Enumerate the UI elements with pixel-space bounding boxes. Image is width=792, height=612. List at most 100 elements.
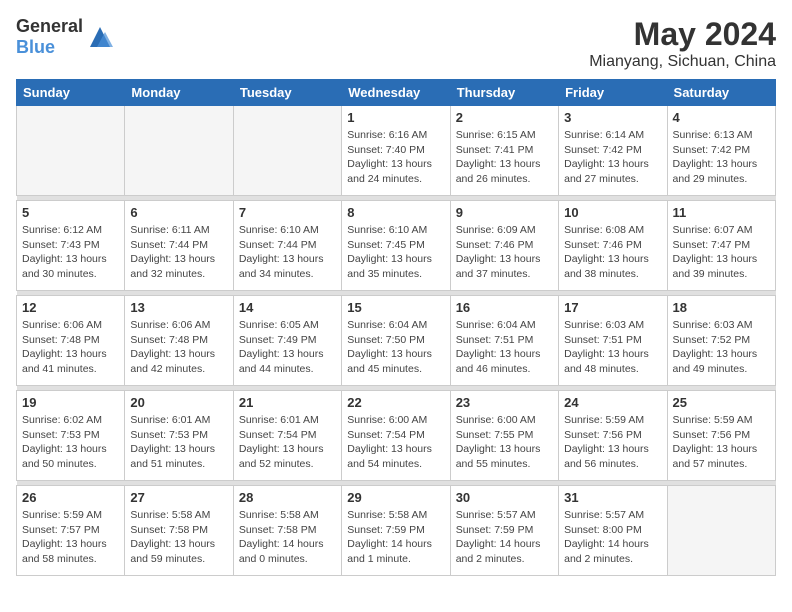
day-number: 13 bbox=[130, 300, 227, 315]
calendar-header: SundayMondayTuesdayWednesdayThursdayFrid… bbox=[17, 80, 776, 106]
day-info: Sunrise: 6:08 AM Sunset: 7:46 PM Dayligh… bbox=[564, 223, 661, 282]
day-number: 19 bbox=[22, 395, 119, 410]
day-info: Sunrise: 6:03 AM Sunset: 7:51 PM Dayligh… bbox=[564, 318, 661, 377]
day-info: Sunrise: 6:10 AM Sunset: 7:45 PM Dayligh… bbox=[347, 223, 444, 282]
day-number: 27 bbox=[130, 490, 227, 505]
day-info: Sunrise: 5:58 AM Sunset: 7:58 PM Dayligh… bbox=[130, 508, 227, 567]
calendar-day-cell: 14Sunrise: 6:05 AM Sunset: 7:49 PM Dayli… bbox=[233, 296, 341, 386]
calendar-day-cell: 20Sunrise: 6:01 AM Sunset: 7:53 PM Dayli… bbox=[125, 391, 233, 481]
calendar-day-cell: 8 Sunrise: 6:10 AM Sunset: 7:45 PM Daylig… bbox=[342, 201, 450, 291]
day-number: 14 bbox=[239, 300, 336, 315]
day-number: 16 bbox=[456, 300, 553, 315]
day-info: Sunrise: 5:57 AM Sunset: 7:59 PM Dayligh… bbox=[456, 508, 553, 567]
day-number: 24 bbox=[564, 395, 661, 410]
day-info: Sunrise: 6:13 AM Sunset: 7:42 PM Dayligh… bbox=[673, 128, 770, 187]
calendar-day-cell: 6Sunrise: 6:11 AM Sunset: 7:44 PM Daylig… bbox=[125, 201, 233, 291]
day-of-week-header: Friday bbox=[559, 80, 667, 106]
day-info: Sunrise: 6:09 AM Sunset: 7:46 PM Dayligh… bbox=[456, 223, 553, 282]
calendar-day-cell: 23 Sunrise: 6:00 AM Sunset: 7:55 PM Dayli… bbox=[450, 391, 558, 481]
day-of-week-header: Tuesday bbox=[233, 80, 341, 106]
calendar-week-row: 1 Sunrise: 6:16 AM Sunset: 7:40 PM Daylig… bbox=[17, 106, 776, 196]
day-number: 7 bbox=[239, 205, 336, 220]
day-info: Sunrise: 6:04 AM Sunset: 7:50 PM Dayligh… bbox=[347, 318, 444, 377]
day-info: Sunrise: 6:02 AM Sunset: 7:53 PM Dayligh… bbox=[22, 413, 119, 472]
calendar-day-cell: 30 Sunrise: 5:57 AM Sunset: 7:59 PM Dayli… bbox=[450, 486, 558, 576]
calendar-day-cell bbox=[17, 106, 125, 196]
calendar-day-cell: 22Sunrise: 6:00 AM Sunset: 7:54 PM Dayli… bbox=[342, 391, 450, 481]
day-number: 8 bbox=[347, 205, 444, 220]
calendar-day-cell: 7 Sunrise: 6:10 AM Sunset: 7:44 PM Daylig… bbox=[233, 201, 341, 291]
day-number: 21 bbox=[239, 395, 336, 410]
day-number: 30 bbox=[456, 490, 553, 505]
day-number: 23 bbox=[456, 395, 553, 410]
calendar-day-cell: 12 Sunrise: 6:06 AM Sunset: 7:48 PM Dayli… bbox=[17, 296, 125, 386]
calendar-day-cell: 4 Sunrise: 6:13 AM Sunset: 7:42 PM Daylig… bbox=[667, 106, 775, 196]
day-number: 5 bbox=[22, 205, 119, 220]
month-year-title: May 2024 bbox=[589, 16, 776, 53]
calendar-day-cell: 21 Sunrise: 6:01 AM Sunset: 7:54 PM Dayli… bbox=[233, 391, 341, 481]
day-number: 25 bbox=[673, 395, 770, 410]
page-header: General Blue May 2024 Mianyang, Sichuan,… bbox=[16, 16, 776, 71]
day-info: Sunrise: 6:03 AM Sunset: 7:52 PM Dayligh… bbox=[673, 318, 770, 377]
title-block: May 2024 Mianyang, Sichuan, China bbox=[589, 16, 776, 71]
day-info: Sunrise: 5:59 AM Sunset: 7:57 PM Dayligh… bbox=[22, 508, 119, 567]
calendar-week-row: 12 Sunrise: 6:06 AM Sunset: 7:48 PM Dayli… bbox=[17, 296, 776, 386]
day-info: Sunrise: 5:58 AM Sunset: 7:59 PM Dayligh… bbox=[347, 508, 444, 567]
calendar-day-cell: 3 Sunrise: 6:14 AM Sunset: 7:42 PM Daylig… bbox=[559, 106, 667, 196]
day-number: 26 bbox=[22, 490, 119, 505]
calendar-day-cell: 26 Sunrise: 5:59 AM Sunset: 7:57 PM Dayli… bbox=[17, 486, 125, 576]
day-info: Sunrise: 6:16 AM Sunset: 7:40 PM Dayligh… bbox=[347, 128, 444, 187]
calendar-day-cell: 13 Sunrise: 6:06 AM Sunset: 7:48 PM Dayli… bbox=[125, 296, 233, 386]
day-number: 15 bbox=[347, 300, 444, 315]
day-number: 17 bbox=[564, 300, 661, 315]
day-info: Sunrise: 6:07 AM Sunset: 7:47 PM Dayligh… bbox=[673, 223, 770, 282]
calendar-day-cell: 18 Sunrise: 6:03 AM Sunset: 7:52 PM Dayli… bbox=[667, 296, 775, 386]
calendar-week-row: 5 Sunrise: 6:12 AM Sunset: 7:43 PM Daylig… bbox=[17, 201, 776, 291]
day-number: 9 bbox=[456, 205, 553, 220]
day-info: Sunrise: 6:06 AM Sunset: 7:48 PM Dayligh… bbox=[130, 318, 227, 377]
day-of-week-header: Thursday bbox=[450, 80, 558, 106]
day-number: 4 bbox=[673, 110, 770, 125]
calendar-day-cell: 9 Sunrise: 6:09 AM Sunset: 7:46 PM Daylig… bbox=[450, 201, 558, 291]
day-info: Sunrise: 6:12 AM Sunset: 7:43 PM Dayligh… bbox=[22, 223, 119, 282]
day-info: Sunrise: 6:00 AM Sunset: 7:55 PM Dayligh… bbox=[456, 413, 553, 472]
calendar-day-cell: 24 Sunrise: 5:59 AM Sunset: 7:56 PM Dayli… bbox=[559, 391, 667, 481]
days-of-week-row: SundayMondayTuesdayWednesdayThursdayFrid… bbox=[17, 80, 776, 106]
day-info: Sunrise: 6:11 AM Sunset: 7:44 PM Dayligh… bbox=[130, 223, 227, 282]
day-info: Sunrise: 5:57 AM Sunset: 8:00 PM Dayligh… bbox=[564, 508, 661, 567]
day-info: Sunrise: 5:59 AM Sunset: 7:56 PM Dayligh… bbox=[564, 413, 661, 472]
calendar-day-cell: 10Sunrise: 6:08 AM Sunset: 7:46 PM Dayli… bbox=[559, 201, 667, 291]
day-info: Sunrise: 6:06 AM Sunset: 7:48 PM Dayligh… bbox=[22, 318, 119, 377]
day-info: Sunrise: 6:10 AM Sunset: 7:44 PM Dayligh… bbox=[239, 223, 336, 282]
calendar-day-cell bbox=[667, 486, 775, 576]
day-of-week-header: Monday bbox=[125, 80, 233, 106]
day-info: Sunrise: 6:01 AM Sunset: 7:54 PM Dayligh… bbox=[239, 413, 336, 472]
day-number: 20 bbox=[130, 395, 227, 410]
day-number: 1 bbox=[347, 110, 444, 125]
calendar-day-cell: 31 Sunrise: 5:57 AM Sunset: 8:00 PM Dayli… bbox=[559, 486, 667, 576]
calendar-week-row: 19 Sunrise: 6:02 AM Sunset: 7:53 PM Dayli… bbox=[17, 391, 776, 481]
calendar-day-cell: 27 Sunrise: 5:58 AM Sunset: 7:58 PM Dayli… bbox=[125, 486, 233, 576]
day-number: 28 bbox=[239, 490, 336, 505]
calendar-day-cell: 11 Sunrise: 6:07 AM Sunset: 7:47 PM Dayli… bbox=[667, 201, 775, 291]
day-of-week-header: Sunday bbox=[17, 80, 125, 106]
day-info: Sunrise: 6:15 AM Sunset: 7:41 PM Dayligh… bbox=[456, 128, 553, 187]
day-number: 18 bbox=[673, 300, 770, 315]
location-subtitle: Mianyang, Sichuan, China bbox=[589, 53, 776, 71]
logo-general: General bbox=[16, 16, 83, 36]
day-info: Sunrise: 6:14 AM Sunset: 7:42 PM Dayligh… bbox=[564, 128, 661, 187]
calendar-day-cell: 28Sunrise: 5:58 AM Sunset: 7:58 PM Dayli… bbox=[233, 486, 341, 576]
calendar-day-cell bbox=[125, 106, 233, 196]
calendar-day-cell: 2 Sunrise: 6:15 AM Sunset: 7:41 PM Daylig… bbox=[450, 106, 558, 196]
calendar-week-row: 26 Sunrise: 5:59 AM Sunset: 7:57 PM Dayli… bbox=[17, 486, 776, 576]
day-number: 11 bbox=[673, 205, 770, 220]
day-of-week-header: Wednesday bbox=[342, 80, 450, 106]
day-info: Sunrise: 6:04 AM Sunset: 7:51 PM Dayligh… bbox=[456, 318, 553, 377]
day-number: 2 bbox=[456, 110, 553, 125]
calendar-body: 1 Sunrise: 6:16 AM Sunset: 7:40 PM Daylig… bbox=[17, 106, 776, 576]
day-number: 12 bbox=[22, 300, 119, 315]
calendar-day-cell: 15 Sunrise: 6:04 AM Sunset: 7:50 PM Dayli… bbox=[342, 296, 450, 386]
day-number: 31 bbox=[564, 490, 661, 505]
day-number: 3 bbox=[564, 110, 661, 125]
calendar-day-cell: 29Sunrise: 5:58 AM Sunset: 7:59 PM Dayli… bbox=[342, 486, 450, 576]
